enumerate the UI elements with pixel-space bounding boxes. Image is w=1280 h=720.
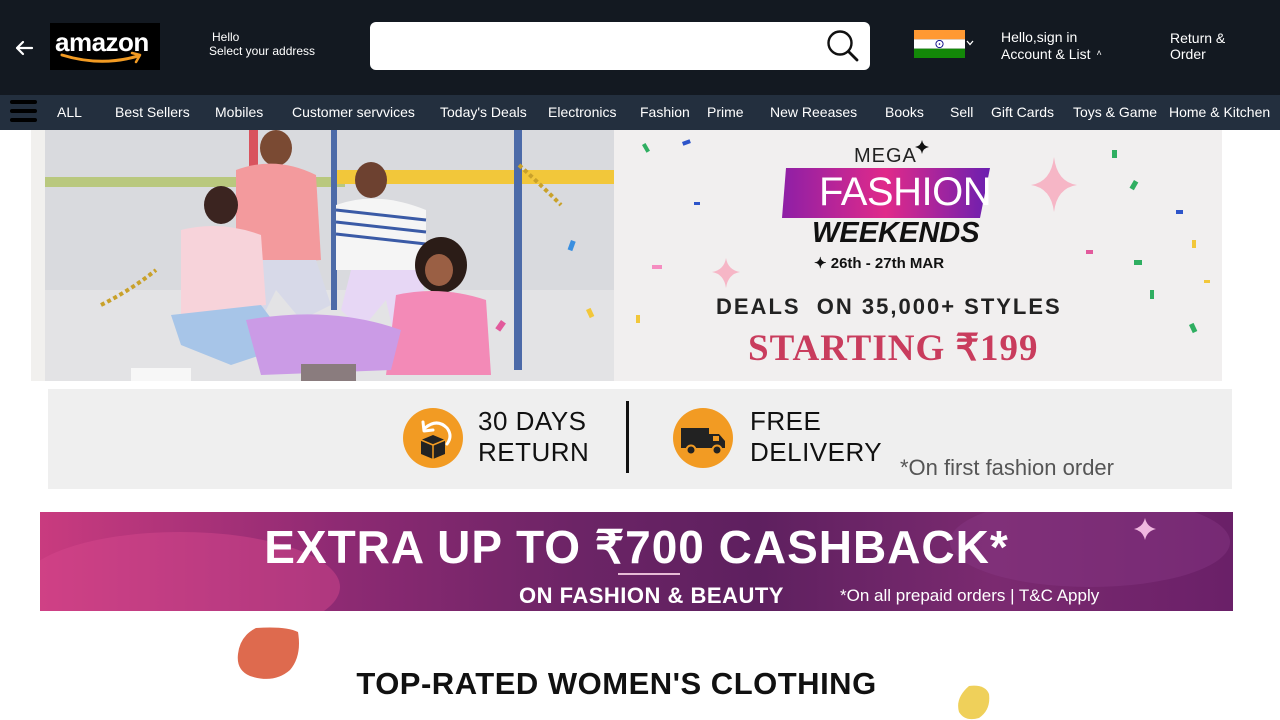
returns-orders[interactable]: Return & Order <box>1170 30 1225 62</box>
amazon-logo[interactable]: amazon <box>50 23 160 70</box>
address-greeting: Hello <box>212 30 240 44</box>
deals-headline: DEALS ON 35,000+ STYLES <box>716 294 1062 319</box>
return-line-2: RETURN <box>478 437 590 467</box>
cashback-separator <box>618 573 680 575</box>
hamburger-menu-icon[interactable] <box>10 100 37 125</box>
nav-item-books[interactable]: Books <box>885 104 924 120</box>
nav-item-fashion[interactable]: Fashion <box>640 104 690 120</box>
fashion-label: FASHION <box>819 170 992 214</box>
nav-bar: ALL Best Sellers Mobiles Customer servvi… <box>0 95 1280 130</box>
account-list-label: Account & List <box>1001 46 1091 62</box>
top-header: amazon Hello Select your address Hello,s… <box>0 0 1280 95</box>
back-arrow-icon[interactable] <box>12 36 36 60</box>
search-input[interactable] <box>378 30 818 62</box>
returns-label: Return & <box>1170 30 1226 46</box>
mega-label: MEGA <box>854 145 917 167</box>
section-title: TOP-RATED WOMEN'S CLOTHING <box>356 666 877 701</box>
nav-item-todays-deals[interactable]: Today's Deals <box>440 104 527 120</box>
address-select: Select your address <box>209 44 316 58</box>
hero-photo-banner[interactable] <box>31 130 614 381</box>
benefit-divider <box>626 401 629 473</box>
fashion-models-image <box>31 130 614 381</box>
account-menu[interactable]: Hello,sign in Account & List ˄ <box>1001 29 1102 62</box>
return-box-icon <box>403 408 463 468</box>
event-dates: ✦ 26th - 27th MAR <box>814 255 945 272</box>
nav-item-prime[interactable]: Prime <box>707 104 744 120</box>
cashback-banner[interactable]: EXTRA UP TO ₹700 CASHBACK* ON FASHION & … <box>40 512 1233 611</box>
cashback-subtitle: ON FASHION & BEAUTY <box>519 583 784 608</box>
nav-item-toys-games[interactable]: Toys & Game <box>1073 104 1157 120</box>
cashback-terms: *On all prepaid orders | T&C Apply <box>840 586 1100 605</box>
nav-item-electronics[interactable]: Electronics <box>548 104 616 120</box>
chevron-down-icon[interactable] <box>966 40 974 46</box>
mega-fashion-banner[interactable]: MEGA FASHION WEEKENDS ✦ 26th - 27th MAR … <box>614 130 1222 381</box>
weekends-label: WEEKENDS <box>812 217 980 249</box>
return-line-1: 30 DAYS <box>478 406 587 436</box>
delivery-line-1: FREE <box>750 406 822 436</box>
caret-up-icon: ˄ <box>1096 48 1102 58</box>
nav-item-all[interactable]: ALL <box>57 104 82 120</box>
delivery-title: FREE DELIVERY <box>750 406 882 468</box>
nav-item-gift-cards[interactable]: Gift Cards <box>991 104 1054 120</box>
starting-price: STARTING ₹199 <box>748 328 1039 369</box>
nav-item-best-sellers[interactable]: Best Sellers <box>115 104 190 120</box>
account-greeting: Hello,sign in <box>1001 29 1078 45</box>
nav-item-mobiles[interactable]: Mobiles <box>215 104 263 120</box>
search-bar <box>370 22 870 70</box>
delivery-line-2: DELIVERY <box>750 437 883 467</box>
india-flag-icon[interactable] <box>914 30 965 58</box>
orders-label: Order <box>1170 46 1206 62</box>
nav-item-new-releases[interactable]: New Reeases <box>770 104 857 120</box>
benefits-footnote: *On first fashion order <box>900 455 1114 480</box>
return-title: 30 DAYS RETURN <box>478 406 589 468</box>
search-icon[interactable] <box>826 29 860 63</box>
cashback-title: EXTRA UP TO ₹700 CASHBACK* <box>264 521 1009 573</box>
nav-item-home-kitchen[interactable]: Home & Kitchen <box>1169 104 1270 120</box>
nav-item-sell[interactable]: Sell <box>950 104 973 120</box>
benefits-strip: 30 DAYS RETURN FREE DELIVERY *On first f… <box>48 389 1232 489</box>
delivery-truck-icon <box>673 408 733 468</box>
nav-item-customer-services[interactable]: Customer servvices <box>292 104 415 120</box>
smile-arrow-icon <box>60 51 142 64</box>
delivery-address[interactable]: Hello Select your address <box>209 30 315 58</box>
